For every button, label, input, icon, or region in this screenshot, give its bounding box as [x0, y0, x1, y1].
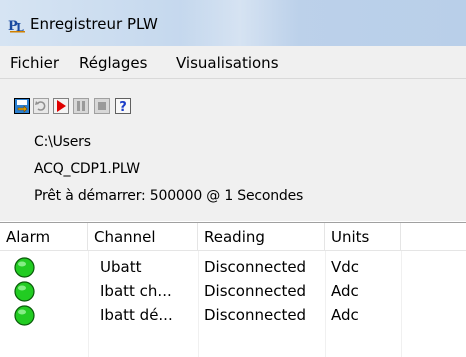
status-text: Prêt à démarrer: 500000 @ 1 Secondes [34, 188, 304, 204]
alarm-ok-icon [14, 305, 35, 326]
alarm-ok-icon [14, 257, 35, 278]
units-value: Vdc [331, 258, 360, 276]
units-value: Adc [331, 306, 359, 324]
stop-icon [94, 98, 110, 114]
column-header-filler [401, 223, 466, 251]
save-icon [14, 98, 30, 114]
units-value: Adc [331, 282, 359, 300]
column-header-reading[interactable]: Reading [198, 223, 325, 251]
picolog-icon: P L [8, 19, 25, 33]
table-row[interactable]: Ibatt ch... Disconnected Adc [0, 280, 466, 304]
column-header-units[interactable]: Units [325, 223, 401, 251]
table-row[interactable]: Ubatt Disconnected Vdc [0, 256, 466, 280]
channel-list[interactable]: Alarm Channel Reading Units Ubatt Discon… [0, 222, 466, 357]
channel-name: Ibatt ch... [100, 282, 172, 300]
alarm-ok-icon [14, 281, 35, 302]
channel-name: Ubatt [100, 258, 142, 276]
reading-value: Disconnected [204, 258, 307, 276]
undo-button[interactable] [33, 98, 49, 114]
folder-path: C:\Users [34, 134, 91, 150]
menu-bar: Fichier Réglages Visualisations [0, 46, 466, 79]
undo-icon [33, 98, 49, 114]
menu-visualisations[interactable]: Visualisations [176, 54, 279, 72]
menu-fichier[interactable]: Fichier [10, 54, 59, 72]
save-settings-button[interactable] [14, 98, 30, 114]
help-button[interactable]: ? [115, 98, 131, 115]
title-bar[interactable]: P L Enregistreur PLW [0, 0, 466, 46]
channel-name: Ibatt dé... [100, 306, 173, 324]
column-header-channel[interactable]: Channel [88, 223, 198, 251]
record-button[interactable] [53, 98, 69, 114]
file-name: ACQ_CDP1.PLW [34, 161, 140, 177]
window-title: Enregistreur PLW [30, 15, 158, 33]
help-icon: ? [115, 98, 131, 115]
title-bar-sheen [180, 0, 300, 46]
reading-value: Disconnected [204, 282, 307, 300]
table-row[interactable]: Ibatt dé... Disconnected Adc [0, 304, 466, 328]
pause-icon [73, 98, 89, 114]
play-icon [53, 98, 69, 114]
column-header-alarm[interactable]: Alarm [0, 223, 88, 251]
reading-value: Disconnected [204, 306, 307, 324]
svg-text:?: ? [119, 100, 127, 114]
menu-reglages[interactable]: Réglages [79, 54, 147, 72]
pause-button[interactable] [73, 98, 89, 114]
stop-button[interactable] [94, 98, 110, 114]
